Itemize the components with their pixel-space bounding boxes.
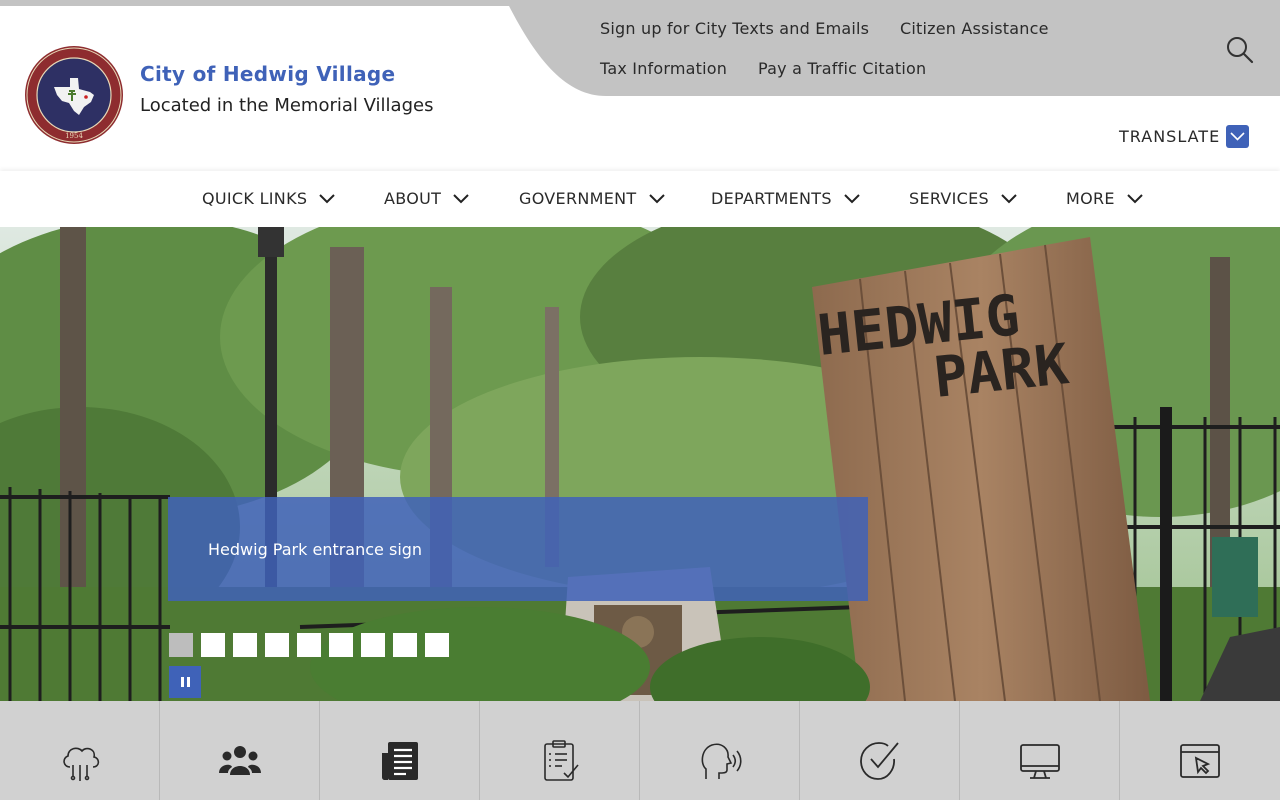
people-group-icon bbox=[218, 746, 261, 775]
chevron-down-icon bbox=[1127, 193, 1143, 203]
slide-dot-8[interactable] bbox=[393, 633, 417, 657]
nav-government[interactable]: GOVERNMENT bbox=[519, 189, 665, 208]
slide-dot-3[interactable] bbox=[233, 633, 257, 657]
translate-label: TRANSLATE bbox=[1119, 126, 1221, 146]
link-pay-traffic-citation[interactable]: Pay a Traffic Citation bbox=[758, 59, 926, 78]
pause-slideshow-button[interactable] bbox=[169, 666, 201, 698]
nav-label: DEPARTMENTS bbox=[711, 189, 832, 208]
link-citizen-assistance[interactable]: Citizen Assistance bbox=[900, 19, 1049, 38]
chevron-down-icon bbox=[319, 193, 336, 203]
tile-online-services[interactable] bbox=[960, 701, 1120, 800]
nav-about[interactable]: ABOUT bbox=[384, 189, 469, 208]
monitor-icon bbox=[1019, 744, 1060, 779]
chevron-down-icon bbox=[1001, 193, 1017, 203]
nav-label: ABOUT bbox=[384, 189, 442, 208]
chevron-down-icon bbox=[453, 193, 469, 203]
nav-label: SERVICES bbox=[909, 189, 990, 208]
translate-dropdown[interactable]: TRANSLATE bbox=[1119, 124, 1250, 148]
link-sign-up-texts-emails[interactable]: Sign up for City Texts and Emails bbox=[600, 19, 869, 38]
link-tax-information[interactable]: Tax Information bbox=[600, 59, 727, 78]
quick-access-tiles bbox=[0, 701, 1280, 800]
utility-bar-shape bbox=[506, 0, 1280, 96]
speaking-head-icon bbox=[701, 743, 742, 779]
slide-dot-7[interactable] bbox=[361, 633, 385, 657]
tile-pay-online[interactable] bbox=[1120, 701, 1280, 800]
clipboard-checklist-icon bbox=[543, 740, 579, 781]
newspaper-icon bbox=[381, 742, 418, 780]
city-name-title[interactable]: City of Hedwig Village bbox=[140, 62, 395, 86]
cloud-storm-icon bbox=[62, 747, 99, 781]
slide-dot-5[interactable] bbox=[297, 633, 321, 657]
nav-more[interactable]: MORE bbox=[1066, 189, 1143, 208]
chevron-down-icon bbox=[648, 193, 665, 203]
city-seal-logo[interactable]: 1954 bbox=[24, 45, 124, 145]
pause-icon bbox=[180, 677, 184, 687]
nav-quick-links[interactable]: QUICK LINKS bbox=[202, 189, 336, 208]
search-icon[interactable] bbox=[1224, 34, 1256, 66]
slide-dot-4[interactable] bbox=[265, 633, 289, 657]
tile-news[interactable] bbox=[320, 701, 480, 800]
checkmark-circle-icon bbox=[859, 742, 899, 780]
nav-label: QUICK LINKS bbox=[202, 189, 308, 208]
slide-caption-text: Hedwig Park entrance sign bbox=[208, 540, 423, 559]
tile-speak-up[interactable] bbox=[640, 701, 800, 800]
nav-label: GOVERNMENT bbox=[519, 189, 637, 208]
slide-indicators bbox=[169, 633, 449, 657]
slide-dot-1[interactable] bbox=[169, 633, 193, 657]
nav-departments[interactable]: DEPARTMENTS bbox=[711, 189, 860, 208]
hero-park-photo: HEDWIG PARK bbox=[0, 227, 1280, 701]
seal-year: 1954 bbox=[65, 132, 83, 140]
chevron-down-icon bbox=[844, 193, 860, 203]
site-header: 1954 City of Hedwig Village Located in t… bbox=[0, 0, 1280, 171]
slide-dot-2[interactable] bbox=[201, 633, 225, 657]
city-tagline: Located in the Memorial Villages bbox=[140, 95, 434, 116]
nav-services[interactable]: SERVICES bbox=[909, 189, 1017, 208]
cursor-window-icon bbox=[1180, 744, 1220, 778]
main-navigation: QUICK LINKS ABOUT GOVERNMENT DEPARTMENTS… bbox=[0, 171, 1280, 227]
slide-dot-6[interactable] bbox=[329, 633, 353, 657]
chevron-down-icon bbox=[1226, 124, 1250, 148]
slide-dot-9[interactable] bbox=[425, 633, 449, 657]
nav-label: MORE bbox=[1066, 189, 1115, 208]
slide-caption: Hedwig Park entrance sign bbox=[168, 497, 868, 601]
hero-slideshow: HEDWIG PARK Hedwig Park entrance sign bbox=[0, 227, 1280, 701]
tile-community[interactable] bbox=[160, 701, 320, 800]
tile-permits[interactable] bbox=[800, 701, 960, 800]
tile-forms[interactable] bbox=[480, 701, 640, 800]
tile-weather-alerts[interactable] bbox=[0, 701, 160, 800]
